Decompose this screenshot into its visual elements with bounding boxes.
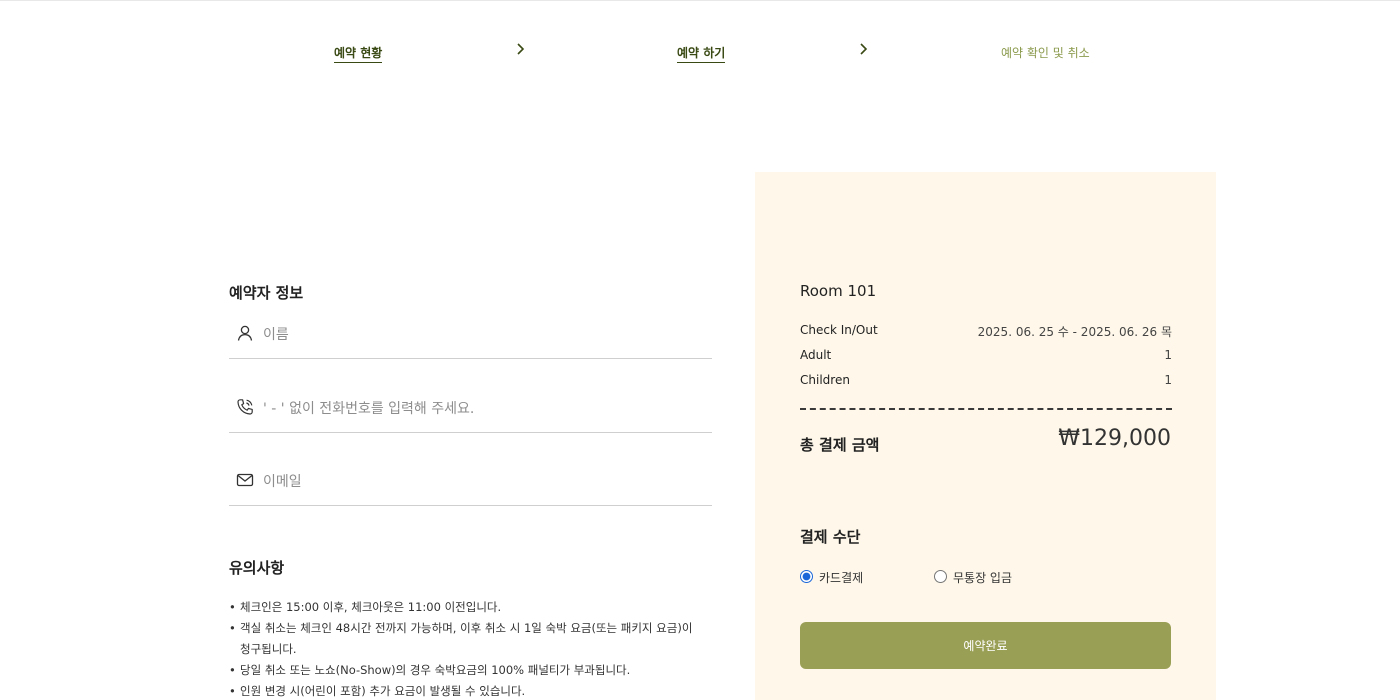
summary-key: Children: [800, 373, 850, 387]
note-item: 객실 취소는 체크인 48시간 전까지 가능하며, 이후 취소 시 1일 숙박 …: [229, 618, 699, 660]
total-label: 총 결제 금액: [800, 436, 880, 454]
bank-transfer-radio[interactable]: [934, 570, 947, 583]
name-field: [229, 323, 712, 359]
notes-title: 유의사항: [229, 559, 285, 577]
summary-value: 2025. 06. 25 수 - 2025. 06. 26 목: [977, 325, 1172, 339]
email-input[interactable]: [263, 470, 703, 494]
room-name: Room 101: [800, 282, 877, 300]
dashed-divider: [800, 408, 1172, 410]
summary-key: Check In/Out: [800, 323, 878, 337]
summary-row-checkin: Check In/Out 2025. 06. 25 수 - 2025. 06. …: [800, 323, 1172, 341]
step-confirm-cancel[interactable]: 예약 확인 및 취소: [1001, 44, 1090, 61]
note-item: 당일 취소 또는 노쇼(No-Show)의 경우 숙박요금의 100% 패널티가…: [229, 660, 699, 681]
complete-reservation-button[interactable]: 예약완료: [800, 622, 1171, 669]
total-amount: ₩129,000: [1058, 426, 1171, 451]
step-make-reservation[interactable]: 예약 하기: [677, 44, 726, 63]
card-payment-radio[interactable]: [800, 570, 813, 583]
step-reservation-status[interactable]: 예약 현황: [334, 44, 383, 63]
summary-row-adult: Adult 1: [800, 348, 1172, 366]
phone-icon: [237, 399, 253, 415]
summary-row-children: Children 1: [800, 373, 1172, 391]
mail-icon: [236, 473, 254, 487]
email-field: [229, 470, 712, 506]
booking-summary-panel: Room 101 Check In/Out 2025. 06. 25 수 - 2…: [755, 172, 1216, 700]
chevron-right-icon: [860, 43, 868, 55]
summary-key: Adult: [800, 348, 832, 362]
payment-option-label: 무통장 입금: [953, 571, 1013, 585]
guest-info-title: 예약자 정보: [229, 284, 304, 302]
user-icon: [237, 325, 253, 341]
notes-list: 체크인은 15:00 이후, 체크아웃은 11:00 이전입니다. 객실 취소는…: [229, 597, 699, 700]
phone-field: [229, 397, 712, 433]
payment-method-title: 결제 수단: [800, 528, 861, 546]
chevron-right-icon: [517, 43, 525, 55]
summary-value: 1: [1164, 348, 1172, 362]
top-border: [0, 0, 1400, 1]
name-input[interactable]: [263, 323, 703, 347]
note-item: 인원 변경 시(어린이 포함) 추가 요금이 발생될 수 있습니다.: [229, 681, 699, 700]
summary-value: 1: [1164, 373, 1172, 387]
phone-input[interactable]: [263, 397, 703, 421]
note-item: 체크인은 15:00 이후, 체크아웃은 11:00 이전입니다.: [229, 597, 699, 618]
reservation-steps: 예약 현황 예약 하기 예약 확인 및 취소: [0, 40, 1400, 64]
payment-option-label: 카드결제: [819, 571, 864, 585]
